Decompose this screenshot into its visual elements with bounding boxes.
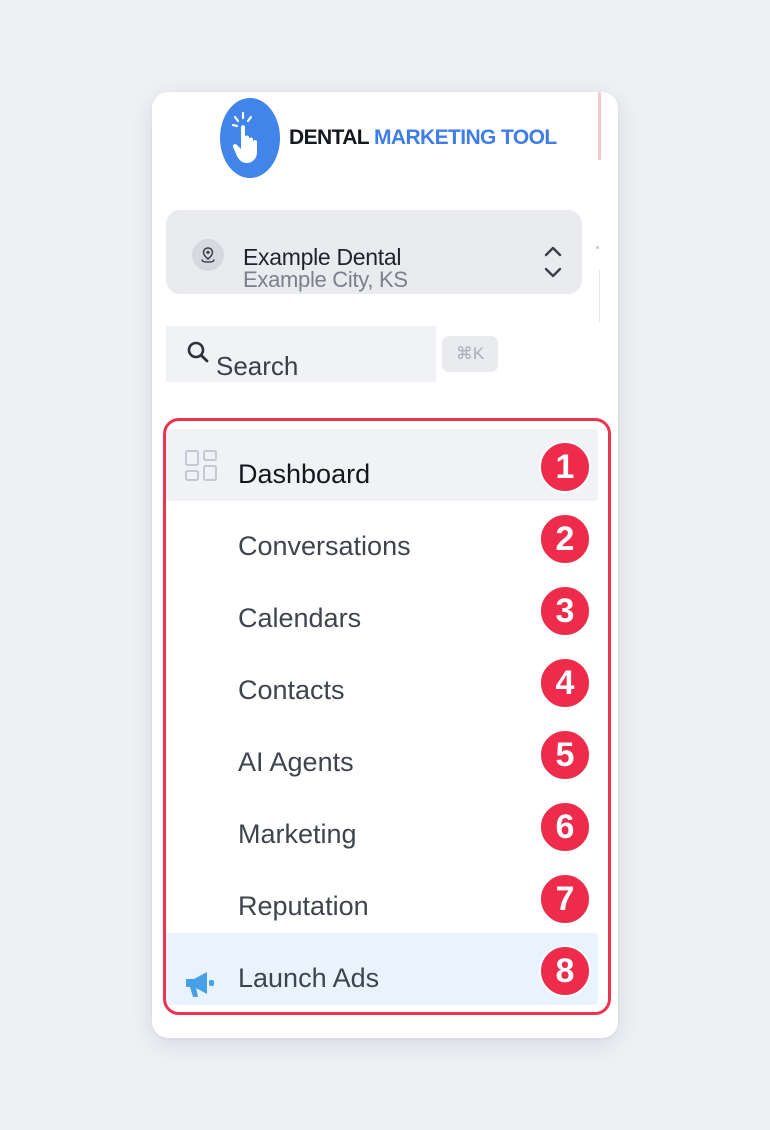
nav-label-conversations: Conversations <box>238 531 411 561</box>
nav-label-ai-agents: AI Agents <box>238 747 354 777</box>
nav-item-conversations[interactable]: Conversations <box>166 501 598 573</box>
megaphone-icon <box>184 969 216 1004</box>
nav-item-ai-agents[interactable]: AI Agents <box>166 717 598 789</box>
nav-label-dashboard: Dashboard <box>238 459 371 489</box>
dashboard-grid-icon <box>184 449 218 488</box>
nav-item-reputation[interactable]: Reputation <box>166 861 598 933</box>
nav-item-calendars[interactable]: Calendars <box>166 573 598 645</box>
location-switcher[interactable]: Example Dental Example City, KS <box>166 210 582 294</box>
nav-item-marketing[interactable]: Marketing <box>166 789 598 861</box>
brand-name-blue: MARKETING TOOL <box>374 126 557 149</box>
annotation-badge-1: 1 <box>539 441 591 493</box>
location-pin-icon <box>192 239 224 271</box>
annotation-badge-8: 8 <box>539 945 591 997</box>
search-icon <box>186 340 210 369</box>
annotation-badge-6: 6 <box>539 801 591 853</box>
location-city: Example City, KS <box>243 267 408 292</box>
nav-label-contacts: Contacts <box>238 675 345 705</box>
nav-item-dashboard[interactable]: Dashboard <box>166 429 598 501</box>
nav-label-calendars: Calendars <box>238 603 362 633</box>
annotation-badge-2: 2 <box>539 513 591 565</box>
nav-label-marketing: Marketing <box>238 819 357 849</box>
search-shortcut-badge: ⌘K <box>442 336 498 372</box>
nav-item-launch-ads[interactable]: Launch Ads <box>166 933 598 1005</box>
annotation-badge-5: 5 <box>539 729 591 781</box>
annotation-badge-4: 4 <box>539 657 591 709</box>
nav-item-contacts[interactable]: Contacts <box>166 645 598 717</box>
brand-name-dark: DENTAL <box>289 126 370 149</box>
chevron-up-down-icon[interactable] <box>542 244 564 287</box>
pointing-hand-icon <box>220 98 280 178</box>
search-box[interactable] <box>166 326 436 382</box>
nav-label-reputation: Reputation <box>238 891 369 921</box>
adjacent-panel-dot <box>596 246 599 249</box>
nav-label-launch-ads: Launch Ads <box>238 963 380 993</box>
adjacent-panel-edge <box>598 92 601 160</box>
annotation-badge-7: 7 <box>539 873 591 925</box>
annotation-badge-3: 3 <box>539 585 591 637</box>
search-input[interactable] <box>216 351 426 381</box>
adjacent-panel-divider <box>599 270 600 322</box>
brand-logo[interactable]: DENTAL MARKETING TOOL <box>220 98 557 178</box>
brand-name: DENTAL MARKETING TOOL <box>289 126 557 150</box>
